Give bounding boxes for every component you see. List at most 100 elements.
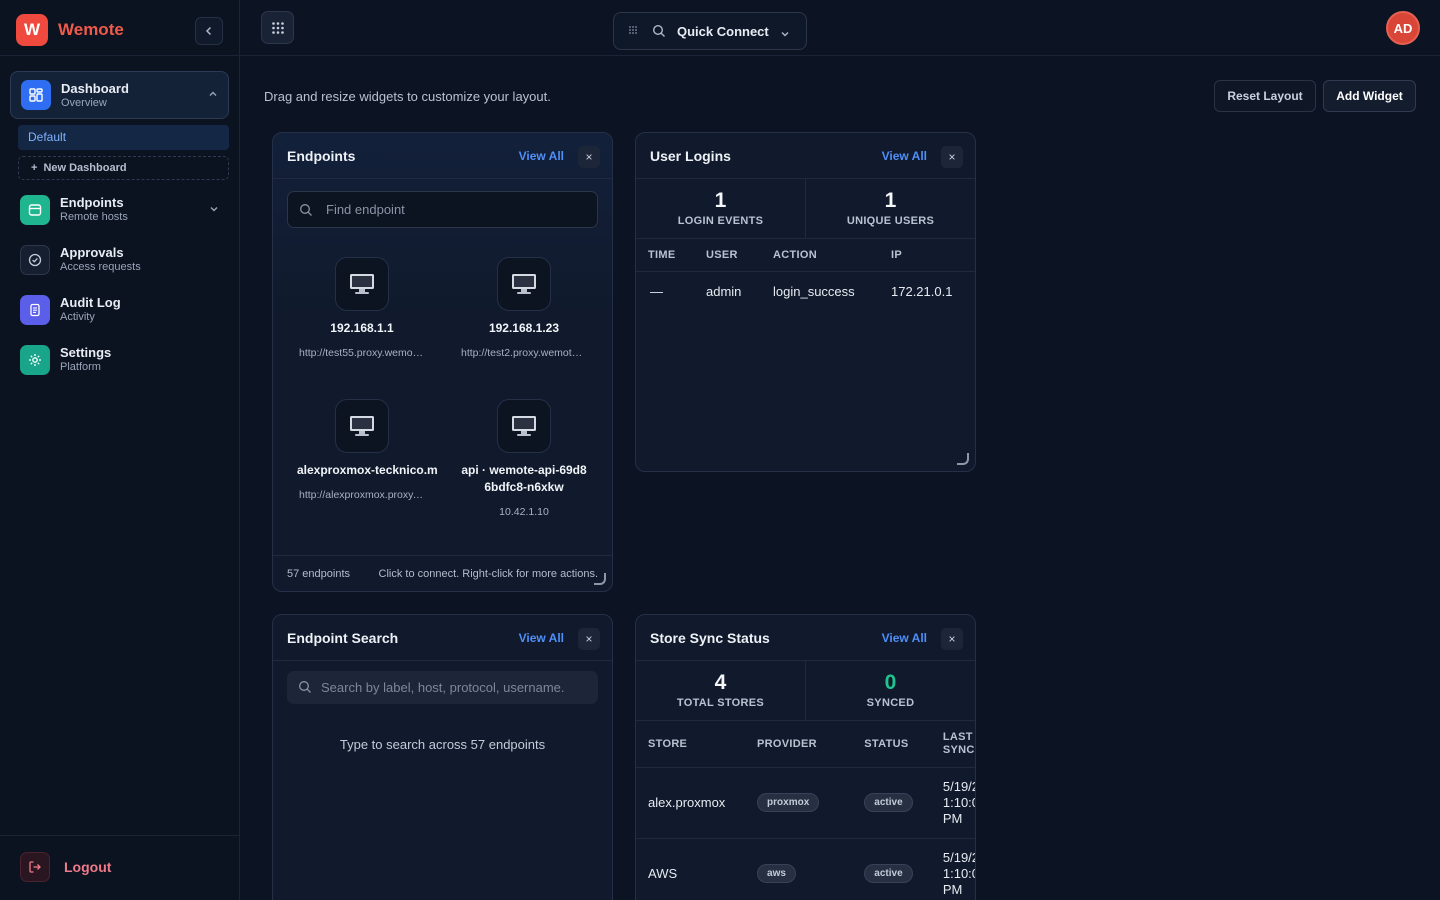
stat-total-stores: 4 TOTAL STORES [636, 661, 805, 720]
nav-subtitle: Access requests [60, 261, 141, 273]
new-dashboard-label: New Dashboard [43, 162, 127, 174]
view-all-link[interactable]: View All [519, 149, 564, 163]
stats-row: 4 TOTAL STORES 0 SYNCED [636, 661, 975, 721]
widget-header[interactable]: Endpoints View All × [273, 133, 612, 179]
grid-icon [271, 21, 284, 34]
plus-icon: + [31, 162, 38, 174]
endpoint-name: 192.168.1.1 [330, 321, 394, 335]
stat-synced: 0 SYNCED [805, 661, 975, 720]
endpoint-search-field[interactable] [287, 191, 598, 228]
widget-header[interactable]: Store Sync Status View All × [636, 615, 975, 661]
column-header: ACTION [773, 248, 817, 261]
endpoint-url: http://test55.proxy.wemote.app [299, 347, 437, 359]
widget-header[interactable]: User Logins View All × [636, 133, 975, 179]
cell-time: — [650, 283, 663, 299]
cell-last-sync: 5/19/2025, 1:10:03 PM [942, 849, 975, 897]
stat-label: TOTAL STORES [676, 697, 765, 709]
user-logins-widget: User Logins View All × 1 LOGIN EVENTS 1 … [635, 132, 976, 472]
endpoint-name: 192.168.1.23 [488, 321, 560, 335]
search-icon [298, 680, 312, 699]
table-header-row: STORE PROVIDER STATUS LAST SYNC [636, 721, 975, 767]
close-widget-button[interactable]: × [941, 146, 963, 168]
collapse-sidebar-button[interactable] [195, 17, 223, 45]
provider-tag: aws [757, 864, 796, 884]
stat-label: SYNCED [866, 697, 915, 709]
table-row[interactable]: — admin login_success 172.21.0.1 [636, 271, 975, 311]
cell-store: alex.proxmox [648, 795, 726, 810]
gear-icon [20, 345, 50, 375]
divider [0, 835, 240, 836]
cell-store: AWS [648, 866, 678, 882]
monitor-icon [335, 399, 389, 453]
document-icon [20, 295, 50, 325]
endpoint-search-input[interactable] [321, 671, 581, 704]
endpoint-search-widget: Endpoint Search View All × Type to searc… [272, 614, 613, 900]
sidebar-item-audit-log[interactable]: Audit Log Activity [10, 286, 229, 334]
endpoint-card[interactable]: 192.168.1.23 http://test2.proxy.wemote.a… [449, 257, 599, 359]
sidebar-item-dashboard[interactable]: Dashboard Overview [10, 71, 229, 119]
nav-subtitle: Platform [60, 361, 101, 373]
table-row[interactable]: alex.proxmox proxmox active 5/19/2025, 1… [636, 767, 975, 838]
add-widget-button[interactable]: Add Widget [1323, 80, 1416, 112]
column-header: TIME [648, 248, 676, 261]
stores-table: STORE PROVIDER STATUS LAST SYNC alex.pro… [636, 721, 975, 900]
layout-hint: Drag and resize widgets to customize you… [264, 89, 551, 104]
endpoint-search-input[interactable] [326, 192, 586, 227]
nav-subtitle: Remote hosts [60, 211, 128, 223]
server-icon [20, 195, 50, 225]
dashboard-default[interactable]: Default [18, 125, 229, 150]
stat-value: 1 [884, 189, 897, 212]
endpoint-url: http://alexproxmox.proxy.wemote.app [299, 489, 437, 501]
view-all-link[interactable]: View All [519, 631, 564, 645]
chevron-left-icon [205, 26, 212, 36]
stat-label: LOGIN EVENTS [677, 215, 764, 227]
chevron-down-icon [780, 26, 790, 44]
endpoint-search-field[interactable] [287, 671, 598, 704]
cell-last-sync: 5/19/2025, 1:10:02 PM [942, 778, 975, 826]
endpoint-card[interactable]: alexproxmox-tecknico.msappproxy http://a… [287, 399, 437, 501]
brand-logo: W [16, 14, 48, 46]
view-all-link[interactable]: View All [882, 631, 927, 645]
apps-button[interactable] [261, 11, 294, 44]
reset-layout-button[interactable]: Reset Layout [1214, 80, 1316, 112]
table-header-row: TIME USER ACTION IP [636, 239, 975, 271]
sidebar-item-settings[interactable]: Settings Platform [10, 336, 229, 384]
divider [0, 55, 240, 56]
endpoint-card[interactable]: 192.168.1.1 http://test55.proxy.wemote.a… [287, 257, 437, 359]
logout-icon [20, 852, 50, 882]
resize-handle[interactable] [957, 453, 969, 465]
nav-title: Approvals [60, 245, 124, 260]
close-widget-button[interactable]: × [941, 628, 963, 650]
brand-name: Wemote [58, 20, 124, 39]
cell-ip: 172.21.0.1 [891, 283, 953, 299]
chevron-up-icon [208, 89, 218, 102]
close-widget-button[interactable]: × [578, 146, 600, 168]
search-hint: Type to search across 57 endpoints [339, 737, 546, 752]
close-widget-button[interactable]: × [578, 628, 600, 650]
column-header: STORE [648, 737, 688, 750]
quick-connect-button[interactable]: Quick Connect [613, 12, 807, 50]
monitor-icon [497, 257, 551, 311]
cell-user: admin [706, 283, 742, 299]
avatar[interactable]: AD [1386, 11, 1420, 45]
search-icon [299, 203, 313, 222]
table-row[interactable]: AWS aws active 5/19/2025, 1:10:03 PM [636, 838, 975, 900]
drag-handle-icon[interactable] [628, 25, 638, 38]
view-all-link[interactable]: View All [882, 149, 927, 163]
endpoints-widget: Endpoints View All × 192.168.1.1 http://… [272, 132, 613, 592]
brand[interactable]: W Wemote [16, 14, 124, 46]
column-header: USER [706, 248, 738, 261]
endpoint-card[interactable]: api · wemote-api-69d86bdfc8-n6xkw 10.42.… [449, 399, 599, 518]
nav-title: Endpoints [60, 195, 124, 210]
widget-title: Store Sync Status [650, 630, 770, 646]
widget-header[interactable]: Endpoint Search View All × [273, 615, 612, 661]
logout-button[interactable]: Logout [20, 852, 111, 882]
resize-handle[interactable] [594, 573, 606, 585]
sidebar-item-approvals[interactable]: Approvals Access requests [10, 236, 229, 284]
stat-login-events: 1 LOGIN EVENTS [636, 179, 805, 238]
store-sync-widget: Store Sync Status View All × 4 TOTAL STO… [635, 614, 976, 900]
chevron-down-icon [209, 204, 219, 217]
new-dashboard-button[interactable]: + New Dashboard [18, 156, 229, 180]
sidebar-item-endpoints[interactable]: Endpoints Remote hosts [10, 186, 229, 234]
cell-action: login_success [773, 283, 855, 299]
